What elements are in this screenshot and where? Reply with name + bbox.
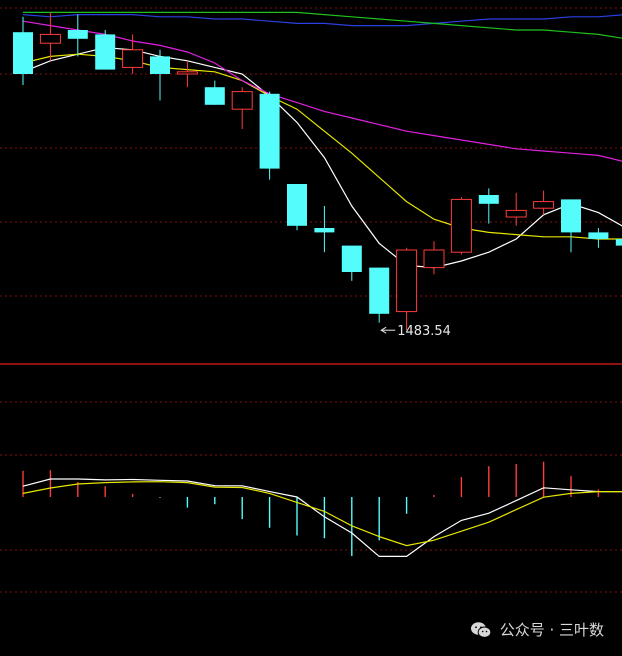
macd-histogram [22, 461, 600, 557]
candle-body [150, 56, 170, 74]
candle-body [615, 239, 622, 246]
macd-lines [22, 478, 622, 558]
candle-body [67, 30, 88, 39]
low-price-annotation: 1483.54 [380, 324, 451, 339]
candlestick-chart: 1483.54 [0, 7, 622, 593]
macd-line [22, 481, 622, 547]
ma-line [22, 14, 622, 27]
watermark: 公众号 · 三叶数 [470, 619, 604, 640]
candle-body [588, 232, 609, 239]
macd-line [22, 478, 622, 558]
candles [13, 12, 622, 331]
candle-body [231, 91, 253, 110]
candle-body [39, 33, 61, 44]
candle-body [287, 184, 307, 226]
candle-body [176, 71, 198, 75]
candle-body [122, 49, 144, 68]
candle-body [13, 32, 33, 74]
ma-line [22, 46, 622, 269]
ma-line [22, 53, 622, 240]
candle-body [505, 209, 527, 218]
candle-body [369, 267, 390, 314]
candle-body [341, 245, 362, 272]
candle-body [204, 87, 225, 105]
wechat-icon [470, 621, 492, 639]
candle-body [478, 195, 499, 204]
candle-body [533, 201, 555, 209]
candle-body [95, 34, 116, 70]
candle-body [259, 93, 280, 169]
low-price-label: 1483.54 [397, 324, 451, 339]
candle-body [450, 198, 472, 253]
watermark-label: 公众号 · 三叶数 [499, 621, 604, 639]
candle-body [396, 249, 418, 313]
candle-body [314, 228, 335, 233]
candle-body [423, 249, 445, 269]
candle-body [561, 199, 581, 233]
